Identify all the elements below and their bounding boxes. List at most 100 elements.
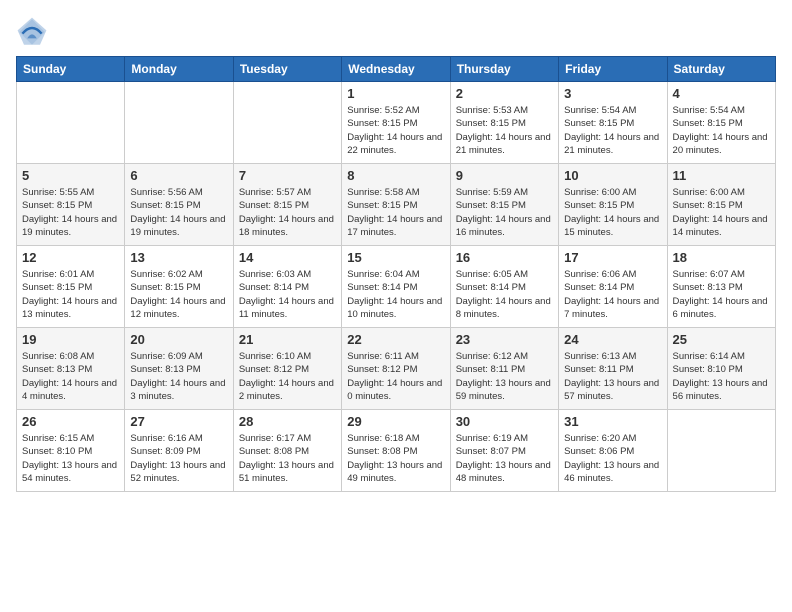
- day-info: Sunrise: 6:02 AM Sunset: 8:15 PM Dayligh…: [130, 268, 227, 321]
- day-number: 26: [22, 414, 119, 429]
- day-info: Sunrise: 6:09 AM Sunset: 8:13 PM Dayligh…: [130, 350, 227, 403]
- calendar-week-4: 19 Sunrise: 6:08 AM Sunset: 8:13 PM Dayli…: [17, 328, 776, 410]
- day-info: Sunrise: 5:57 AM Sunset: 8:15 PM Dayligh…: [239, 186, 336, 239]
- calendar-cell: 11Sunrise: 6:00 AM Sunset: 8:15 PM Dayli…: [667, 164, 775, 246]
- day-number: 6: [130, 168, 227, 183]
- calendar-cell: [667, 410, 775, 492]
- day-number: 2: [456, 86, 553, 101]
- calendar-cell: 3 Sunrise: 5:54 AM Sunset: 8:15 PM Daylig…: [559, 82, 667, 164]
- calendar-cell: 16 Sunrise: 6:05 AM Sunset: 8:14 PM Dayli…: [450, 246, 558, 328]
- calendar-cell: 24 Sunrise: 6:13 AM Sunset: 8:11 PM Dayli…: [559, 328, 667, 410]
- calendar-week-2: 5 Sunrise: 5:55 AM Sunset: 8:15 PM Daylig…: [17, 164, 776, 246]
- day-info: Sunrise: 6:03 AM Sunset: 8:14 PM Dayligh…: [239, 268, 336, 321]
- calendar-body: 1 Sunrise: 5:52 AM Sunset: 8:15 PM Daylig…: [17, 82, 776, 492]
- day-number: 14: [239, 250, 336, 265]
- calendar-cell: 29Sunrise: 6:18 AM Sunset: 8:08 PM Dayli…: [342, 410, 450, 492]
- calendar-cell: 28 Sunrise: 6:17 AM Sunset: 8:08 PM Dayli…: [233, 410, 341, 492]
- day-info: Sunrise: 6:17 AM Sunset: 8:08 PM Dayligh…: [239, 432, 336, 485]
- calendar-cell: 7Sunrise: 5:57 AM Sunset: 8:15 PM Daylig…: [233, 164, 341, 246]
- day-number: 9: [456, 168, 553, 183]
- weekday-header-row: SundayMondayTuesdayWednesdayThursdayFrid…: [17, 57, 776, 82]
- day-info: Sunrise: 6:05 AM Sunset: 8:14 PM Dayligh…: [456, 268, 553, 321]
- day-number: 22: [347, 332, 444, 347]
- day-number: 16: [456, 250, 553, 265]
- calendar-cell: 10 Sunrise: 6:00 AM Sunset: 8:15 PM Dayli…: [559, 164, 667, 246]
- day-info: Sunrise: 5:58 AM Sunset: 8:15 PM Dayligh…: [347, 186, 444, 239]
- weekday-header-friday: Friday: [559, 57, 667, 82]
- calendar-week-5: 26 Sunrise: 6:15 AM Sunset: 8:10 PM Dayli…: [17, 410, 776, 492]
- day-number: 10: [564, 168, 661, 183]
- day-number: 3: [564, 86, 661, 101]
- calendar-cell: 22 Sunrise: 6:11 AM Sunset: 8:12 PM Dayli…: [342, 328, 450, 410]
- calendar-cell: 21 Sunrise: 6:10 AM Sunset: 8:12 PM Dayli…: [233, 328, 341, 410]
- calendar-cell: 25 Sunrise: 6:14 AM Sunset: 8:10 PM Dayli…: [667, 328, 775, 410]
- day-info: Sunrise: 6:19 AM Sunset: 8:07 PM Dayligh…: [456, 432, 553, 485]
- weekday-header-tuesday: Tuesday: [233, 57, 341, 82]
- day-info: Sunrise: 5:59 AM Sunset: 8:15 PM Dayligh…: [456, 186, 553, 239]
- calendar-header: SundayMondayTuesdayWednesdayThursdayFrid…: [17, 57, 776, 82]
- day-number: 31: [564, 414, 661, 429]
- day-number: 5: [22, 168, 119, 183]
- day-info: Sunrise: 6:11 AM Sunset: 8:12 PM Dayligh…: [347, 350, 444, 403]
- day-info: Sunrise: 6:13 AM Sunset: 8:11 PM Dayligh…: [564, 350, 661, 403]
- day-number: 24: [564, 332, 661, 347]
- day-number: 27: [130, 414, 227, 429]
- calendar-cell: 9 Sunrise: 5:59 AM Sunset: 8:15 PM Daylig…: [450, 164, 558, 246]
- day-info: Sunrise: 5:56 AM Sunset: 8:15 PM Dayligh…: [130, 186, 227, 239]
- calendar-week-3: 12 Sunrise: 6:01 AM Sunset: 8:15 PM Dayli…: [17, 246, 776, 328]
- day-number: 4: [673, 86, 770, 101]
- day-info: Sunrise: 6:15 AM Sunset: 8:10 PM Dayligh…: [22, 432, 119, 485]
- day-number: 12: [22, 250, 119, 265]
- day-info: Sunrise: 5:54 AM Sunset: 8:15 PM Dayligh…: [564, 104, 661, 157]
- calendar-cell: [233, 82, 341, 164]
- calendar-cell: 2 Sunrise: 5:53 AM Sunset: 8:15 PM Daylig…: [450, 82, 558, 164]
- calendar-cell: 6 Sunrise: 5:56 AM Sunset: 8:15 PM Daylig…: [125, 164, 233, 246]
- logo-icon: [16, 16, 48, 48]
- day-info: Sunrise: 5:55 AM Sunset: 8:15 PM Dayligh…: [22, 186, 119, 239]
- day-number: 29: [347, 414, 444, 429]
- weekday-header-monday: Monday: [125, 57, 233, 82]
- calendar-cell: 17Sunrise: 6:06 AM Sunset: 8:14 PM Dayli…: [559, 246, 667, 328]
- calendar-cell: 13 Sunrise: 6:02 AM Sunset: 8:15 PM Dayli…: [125, 246, 233, 328]
- day-info: Sunrise: 6:01 AM Sunset: 8:15 PM Dayligh…: [22, 268, 119, 321]
- day-number: 23: [456, 332, 553, 347]
- day-info: Sunrise: 5:53 AM Sunset: 8:15 PM Dayligh…: [456, 104, 553, 157]
- day-info: Sunrise: 6:00 AM Sunset: 8:15 PM Dayligh…: [564, 186, 661, 239]
- day-number: 20: [130, 332, 227, 347]
- calendar-cell: 19 Sunrise: 6:08 AM Sunset: 8:13 PM Dayli…: [17, 328, 125, 410]
- calendar-cell: 26 Sunrise: 6:15 AM Sunset: 8:10 PM Dayli…: [17, 410, 125, 492]
- calendar-cell: 30 Sunrise: 6:19 AM Sunset: 8:07 PM Dayli…: [450, 410, 558, 492]
- day-info: Sunrise: 5:52 AM Sunset: 8:15 PM Dayligh…: [347, 104, 444, 157]
- day-info: Sunrise: 6:04 AM Sunset: 8:14 PM Dayligh…: [347, 268, 444, 321]
- calendar-cell: 31Sunrise: 6:20 AM Sunset: 8:06 PM Dayli…: [559, 410, 667, 492]
- logo: [16, 16, 52, 48]
- day-info: Sunrise: 5:54 AM Sunset: 8:15 PM Dayligh…: [673, 104, 770, 157]
- day-number: 21: [239, 332, 336, 347]
- day-number: 28: [239, 414, 336, 429]
- calendar-cell: 23 Sunrise: 6:12 AM Sunset: 8:11 PM Dayli…: [450, 328, 558, 410]
- day-info: Sunrise: 6:12 AM Sunset: 8:11 PM Dayligh…: [456, 350, 553, 403]
- day-info: Sunrise: 6:07 AM Sunset: 8:13 PM Dayligh…: [673, 268, 770, 321]
- day-info: Sunrise: 6:06 AM Sunset: 8:14 PM Dayligh…: [564, 268, 661, 321]
- day-info: Sunrise: 6:08 AM Sunset: 8:13 PM Dayligh…: [22, 350, 119, 403]
- day-info: Sunrise: 6:10 AM Sunset: 8:12 PM Dayligh…: [239, 350, 336, 403]
- weekday-header-wednesday: Wednesday: [342, 57, 450, 82]
- page-header: [16, 16, 776, 48]
- calendar-cell: [125, 82, 233, 164]
- calendar-week-1: 1 Sunrise: 5:52 AM Sunset: 8:15 PM Daylig…: [17, 82, 776, 164]
- day-info: Sunrise: 6:16 AM Sunset: 8:09 PM Dayligh…: [130, 432, 227, 485]
- day-number: 19: [22, 332, 119, 347]
- calendar-table: SundayMondayTuesdayWednesdayThursdayFrid…: [16, 56, 776, 492]
- calendar-cell: 15 Sunrise: 6:04 AM Sunset: 8:14 PM Dayli…: [342, 246, 450, 328]
- day-number: 25: [673, 332, 770, 347]
- calendar-cell: 12 Sunrise: 6:01 AM Sunset: 8:15 PM Dayli…: [17, 246, 125, 328]
- day-number: 15: [347, 250, 444, 265]
- day-number: 13: [130, 250, 227, 265]
- calendar-cell: 20 Sunrise: 6:09 AM Sunset: 8:13 PM Dayli…: [125, 328, 233, 410]
- calendar-cell: 1 Sunrise: 5:52 AM Sunset: 8:15 PM Daylig…: [342, 82, 450, 164]
- day-info: Sunrise: 6:14 AM Sunset: 8:10 PM Dayligh…: [673, 350, 770, 403]
- calendar-cell: [17, 82, 125, 164]
- calendar-cell: 8Sunrise: 5:58 AM Sunset: 8:15 PM Daylig…: [342, 164, 450, 246]
- day-number: 30: [456, 414, 553, 429]
- day-number: 1: [347, 86, 444, 101]
